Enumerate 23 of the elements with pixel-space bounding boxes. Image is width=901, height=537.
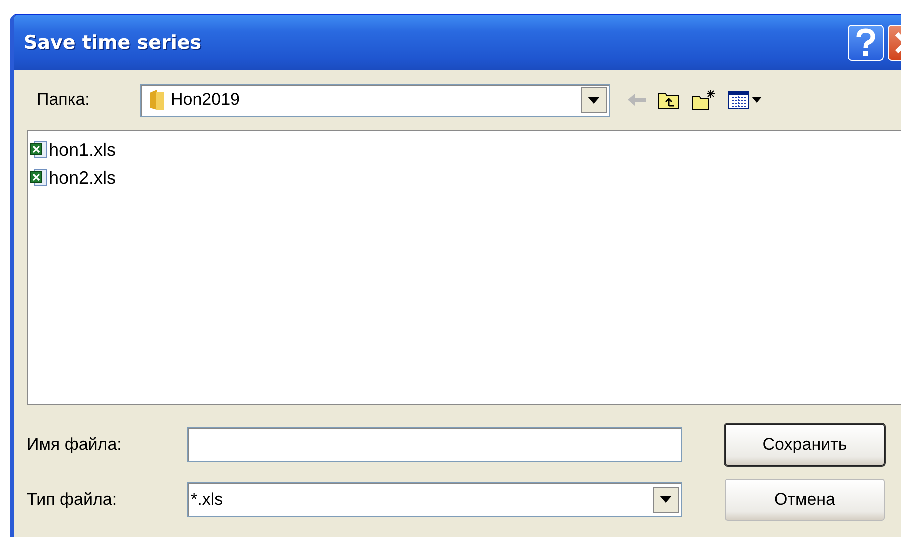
spreadsheet-icon — [30, 169, 48, 187]
file-name-label: Имя файла: — [27, 434, 123, 454]
folder-name: Hon2019 — [171, 90, 242, 110]
spreadsheet-icon — [30, 141, 48, 159]
question-mark-icon — [855, 28, 877, 58]
view-menu-icon[interactable] — [728, 90, 762, 110]
folder-label: Папка: — [36, 90, 91, 110]
dropdown-arrow-button[interactable] — [581, 87, 607, 113]
caret-icon — [660, 496, 672, 503]
file-name-field[interactable] — [187, 427, 682, 462]
folder-icon — [149, 89, 165, 111]
help-button[interactable] — [848, 24, 884, 60]
folder-dropdown[interactable]: Hon2019 — [140, 84, 610, 116]
save-button[interactable]: Сохранить — [725, 424, 885, 466]
file-item[interactable]: hon1.xls — [30, 136, 901, 164]
caret-icon — [588, 96, 600, 104]
window-title: Save time series — [23, 32, 202, 54]
new-folder-icon[interactable] — [692, 89, 716, 111]
cancel-button[interactable]: Отмена — [725, 478, 885, 520]
file-item[interactable]: hon2.xls — [30, 164, 901, 192]
file-type-label: Тип файла: — [27, 490, 118, 510]
dropdown-arrow-button[interactable] — [653, 486, 679, 512]
file-type-dropdown[interactable]: *.xls — [187, 482, 682, 517]
